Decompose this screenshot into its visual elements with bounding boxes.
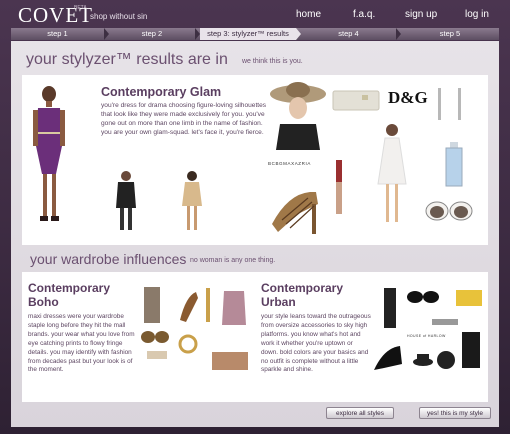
clutch-bag-image[interactable] xyxy=(332,88,380,112)
explore-all-styles-button[interactable]: explore all styles xyxy=(326,407,394,419)
urban-compact-image[interactable] xyxy=(436,350,456,370)
urban-sunglasses-image[interactable] xyxy=(406,290,440,304)
boho-bangle-image[interactable] xyxy=(178,330,198,366)
step-progress-bar: step 1 step 2 step 3: stylyzer™ results … xyxy=(11,28,499,40)
primary-style-name: Contemporary Glam xyxy=(101,85,222,99)
primary-style-description: you're dress for drama choosing figure-l… xyxy=(101,102,267,137)
influences-subtitle: no woman is any one thing. xyxy=(190,257,276,264)
house-of-harlow-logo: HOUSE of HARLOW xyxy=(407,334,446,338)
boho-top-image[interactable] xyxy=(220,287,248,327)
boho-name-line2: Boho xyxy=(28,295,59,309)
step-2[interactable]: step 2 xyxy=(109,28,195,40)
urban-name-line2: Urban xyxy=(261,295,296,309)
dg-logo: D&G xyxy=(388,88,428,107)
influences-title: your wardrobe influences xyxy=(30,251,187,267)
boho-name-line1: Contemporary xyxy=(28,281,111,295)
step-3-current[interactable]: step 3: stylyzer™ results xyxy=(200,28,296,40)
results-title: your stylyzer™ results are in xyxy=(26,51,228,68)
urban-watch-image[interactable] xyxy=(430,314,460,330)
urban-yellow-bag-image[interactable] xyxy=(454,286,484,308)
nav-faq[interactable]: f.a.q. xyxy=(353,9,375,20)
model-sunhat-image[interactable] xyxy=(270,78,326,150)
urban-name-line1: Contemporary xyxy=(261,281,344,295)
urban-description: your style leans toward the outrageous f… xyxy=(261,313,371,374)
nav-home[interactable]: home xyxy=(296,9,321,20)
beta-badge: BETA xyxy=(74,5,87,11)
perfume-bottle-image[interactable] xyxy=(444,140,464,188)
lip-gloss-image[interactable] xyxy=(334,160,344,216)
urban-hat-image[interactable] xyxy=(412,350,434,366)
step-1[interactable]: step 1 xyxy=(11,28,104,40)
results-subtitle: we think this is you. xyxy=(242,58,303,65)
model-purple-dress-image[interactable] xyxy=(30,84,70,228)
boho-bracelet-image[interactable] xyxy=(146,348,168,362)
tagline: shop without sin xyxy=(90,12,148,21)
boho-sunglasses-image[interactable] xyxy=(140,330,170,344)
step-5[interactable]: step 5 xyxy=(401,28,499,40)
urban-jacket-image[interactable] xyxy=(460,330,482,370)
earrings-image[interactable] xyxy=(433,86,467,126)
gladiator-heels-image[interactable] xyxy=(268,184,324,236)
confirm-style-button[interactable]: yes! this is my style xyxy=(419,407,491,419)
nav-login[interactable]: log in xyxy=(465,9,489,20)
bcbg-logo: BCBGMAXAZRIA xyxy=(268,161,311,166)
app-window: COVET BETA shop without sin home f.a.q. … xyxy=(0,0,510,434)
white-sunglasses-image[interactable] xyxy=(424,200,474,222)
top-bar: COVET BETA shop without sin home f.a.q. … xyxy=(0,0,510,28)
step-4[interactable]: step 4 xyxy=(301,28,396,40)
boho-sandal-image[interactable] xyxy=(176,288,200,324)
nav-signup[interactable]: sign up xyxy=(405,9,437,20)
model-black-outfit-image[interactable] xyxy=(112,170,140,234)
boho-earring-image[interactable] xyxy=(200,286,216,326)
model-white-dress-image[interactable] xyxy=(375,122,409,226)
urban-heels-image[interactable] xyxy=(370,340,406,374)
urban-outfit-image[interactable] xyxy=(379,286,401,330)
model-nude-dress-image[interactable] xyxy=(178,170,206,234)
boho-description: maxi dresses were your wardrobe staple l… xyxy=(28,313,135,374)
boho-outfit-image[interactable] xyxy=(140,285,164,325)
boho-bag-image[interactable] xyxy=(210,346,250,372)
